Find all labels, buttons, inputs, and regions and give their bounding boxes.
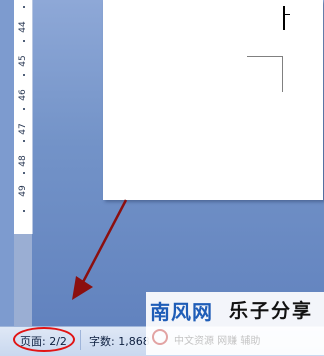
watermark-title-blue: 南风网 xyxy=(150,300,213,324)
annotation-arrow-head xyxy=(72,276,93,300)
watermark-logo-icon xyxy=(152,329,168,345)
watermark-subtitle: 中文资源 网赚 辅助 xyxy=(174,336,261,347)
annotation-arrow-line xyxy=(80,199,128,285)
status-separator xyxy=(80,330,81,350)
watermark-title-black: 乐子分享 xyxy=(229,300,314,322)
highlight-ellipse xyxy=(13,327,75,352)
status-word-count[interactable]: 字数: 1,868 xyxy=(89,333,150,349)
